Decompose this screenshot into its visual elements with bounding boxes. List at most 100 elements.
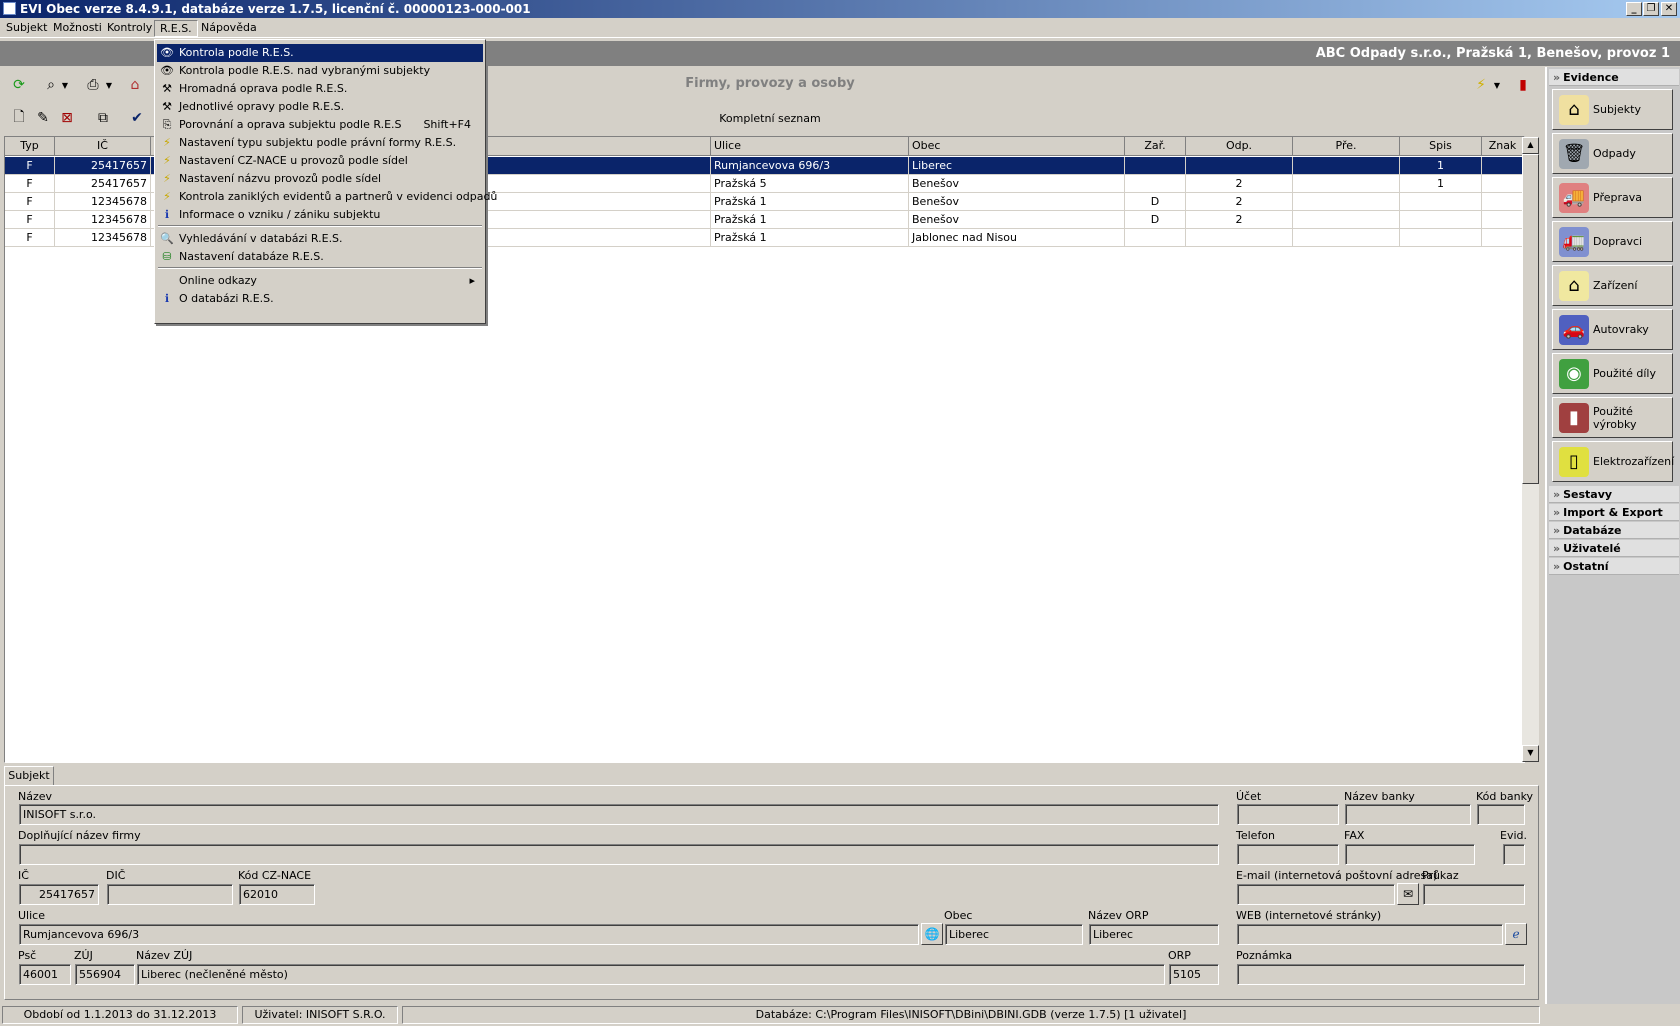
menu-subjekt[interactable]: Subjekt — [1, 20, 52, 37]
lightning-dropdown-icon[interactable]: ▼ — [1492, 74, 1502, 96]
res-menu-item[interactable]: ℹ O databázi R.E.S. — [157, 290, 483, 308]
section-evidence[interactable]: » Evidence — [1549, 69, 1679, 86]
zuj-name-label: Název ZÚJ — [136, 949, 193, 962]
restore-button[interactable]: ❐ — [1643, 2, 1659, 16]
nazev-field[interactable]: INISOFT s.r.o. — [19, 804, 1219, 825]
web-label: WEB (internetové stránky) — [1236, 909, 1382, 922]
section-uzivatele[interactable]: » Uživatelé — [1549, 540, 1679, 557]
btn-pouzite-dily[interactable]: ◉ Použité díly — [1552, 353, 1673, 394]
scroll-thumb[interactable] — [1522, 154, 1539, 484]
exit-icon[interactable]: ▮ — [1512, 74, 1534, 96]
cell-znak — [1482, 211, 1524, 229]
search-icon[interactable]: ⌕ — [40, 74, 62, 96]
btn-zarizeni[interactable]: ⌂ Zařízení — [1552, 265, 1673, 306]
print-dropdown-icon[interactable]: ▼ — [104, 74, 114, 96]
poznamka-field[interactable] — [1237, 964, 1525, 985]
edit-record-icon[interactable]: ✎ — [32, 107, 54, 129]
col-ulice[interactable]: Ulice — [711, 137, 909, 156]
dopl-field[interactable] — [19, 844, 1219, 865]
res-menu-item[interactable]: ⚒ Hromadná oprava podle R.E.S. — [157, 80, 483, 98]
ic-field[interactable]: 25417657 — [19, 884, 99, 905]
cell-znak — [1482, 175, 1524, 193]
copy-record-icon[interactable]: ⧉ — [92, 107, 114, 129]
kod-banky-field[interactable] — [1477, 804, 1525, 825]
col-obec[interactable]: Obec — [909, 137, 1125, 156]
ulice-label: Ulice — [18, 909, 45, 922]
orp-name-label: Název ORP — [1088, 909, 1149, 922]
zuj-name-field[interactable]: Liberec (nečleněné město) — [137, 964, 1165, 985]
browser-icon[interactable]: ℯ — [1505, 923, 1527, 945]
scroll-up-icon[interactable]: ▲ — [1522, 137, 1539, 154]
search-dropdown-icon[interactable]: ▼ — [60, 74, 70, 96]
col-zar[interactable]: Zař. — [1125, 137, 1186, 156]
fax-field[interactable] — [1345, 844, 1475, 865]
btn-preprava[interactable]: 🚚 Přeprava — [1552, 177, 1673, 218]
section-ostatni[interactable]: » Ostatní — [1549, 558, 1679, 575]
minimize-button[interactable]: _ — [1626, 2, 1642, 16]
col-odp[interactable]: Odp. — [1186, 137, 1293, 156]
menu-res[interactable]: R.E.S. — [154, 20, 198, 37]
tab-subjekt[interactable]: Subjekt — [4, 766, 54, 786]
res-menu-item[interactable]: ⚡ Nastavení CZ-NACE u provozů podle sídel — [157, 152, 483, 170]
btn-dopravci[interactable]: 🚛 Dopravci — [1552, 221, 1673, 262]
col-pre[interactable]: Pře. — [1293, 137, 1400, 156]
envelope-icon[interactable]: ✉ — [1397, 883, 1419, 905]
res-menu-item[interactable]: ℹ Informace o vzniku / zániku subjektu — [157, 206, 483, 224]
section-databaze[interactable]: » Databáze — [1549, 522, 1679, 539]
section-sestavy[interactable]: » Sestavy — [1549, 486, 1679, 503]
delete-record-icon[interactable]: ⊠ — [56, 107, 78, 129]
res-menu-item[interactable]: ⚡ Kontrola zaniklých evidentů a partnerů … — [157, 188, 497, 206]
zuj-field[interactable]: 556904 — [75, 964, 135, 985]
btn-elektrozarizeni[interactable]: ▯ Elektrozařízení — [1552, 441, 1674, 482]
psc-field[interactable]: 46001 — [19, 964, 71, 985]
cell-typ: F — [5, 157, 55, 175]
res-menu-item[interactable]: ⛁ Nastavení databáze R.E.S. — [157, 248, 483, 266]
res-menu-item[interactable]: ⚒ Jednotlivé opravy podle R.E.S. — [157, 98, 483, 116]
lightning-icon: ⚡ — [163, 172, 171, 185]
dic-field[interactable] — [107, 884, 233, 905]
col-spis[interactable]: Spis — [1400, 137, 1482, 156]
lightning-icon[interactable]: ⚡ — [1470, 74, 1492, 96]
res-menu-item[interactable]: ⚡ Nastavení typu subjektu podle právní fo… — [157, 134, 483, 152]
res-menu-item[interactable]: ⚡ Nastavení názvu provozů podle sídel — [157, 170, 483, 188]
globe-icon[interactable]: 🌐 — [921, 923, 943, 945]
col-ic[interactable]: IČ — [55, 137, 151, 156]
section-import-export[interactable]: » Import & Export — [1549, 504, 1679, 521]
btn-pouzite-vyrobky[interactable]: ▮ Použité výrobky — [1552, 397, 1673, 438]
new-record-icon[interactable]: 🗋 — [8, 107, 30, 129]
res-menu-item[interactable]: 👁 Kontrola podle R.E.S. — [157, 44, 483, 62]
col-znak[interactable]: Znak — [1482, 137, 1524, 156]
telefon-field[interactable] — [1237, 844, 1339, 865]
print-icon[interactable]: ⎙ — [82, 74, 104, 96]
confirm-icon[interactable]: ✔ — [126, 107, 148, 129]
nace-label: Kód CZ-NACE — [238, 869, 312, 882]
orp-field[interactable]: 5105 — [1169, 964, 1219, 985]
orp-name-field[interactable]: Liberec — [1089, 924, 1219, 945]
res-menu-item[interactable]: 🔍 Vyhledávání v databázi R.E.S. — [157, 230, 483, 248]
prukaz-field[interactable] — [1423, 884, 1525, 905]
export-icon[interactable]: ⌂ — [124, 74, 146, 96]
nace-field[interactable]: 62010 — [239, 884, 315, 905]
res-menu-item[interactable]: ⎘ Porovnání a oprava subjektu podle R.E.S… — [157, 116, 483, 134]
col-typ[interactable]: Typ — [5, 137, 55, 156]
carrier-truck-icon: 🚛 — [1559, 226, 1589, 257]
menu-napoveda[interactable]: Nápověda — [196, 20, 262, 37]
web-field[interactable] — [1237, 924, 1503, 945]
banka-field[interactable] — [1345, 804, 1471, 825]
email-field[interactable] — [1237, 884, 1395, 905]
btn-autovraky[interactable]: 🚗 Autovraky — [1552, 309, 1673, 350]
building-icon: ⌂ — [1559, 270, 1589, 301]
scroll-down-icon[interactable]: ▼ — [1522, 745, 1539, 762]
res-menu-item[interactable]: 👁 Kontrola podle R.E.S. nad vybranými sub… — [157, 62, 483, 80]
close-button[interactable]: ✕ — [1661, 2, 1677, 16]
refresh-icon[interactable]: ⟳ — [8, 74, 30, 96]
btn-odpady[interactable]: 🗑 Odpady — [1552, 133, 1673, 174]
evid-checkbox[interactable] — [1503, 844, 1525, 865]
menu-kontroly[interactable]: Kontroly — [102, 20, 157, 37]
btn-subjekty[interactable]: ⌂ Subjekty — [1552, 89, 1673, 130]
ucet-field[interactable] — [1237, 804, 1339, 825]
res-menu-item[interactable]: Online odkazy ▸ — [157, 272, 483, 290]
menu-moznosti[interactable]: Možnosti — [48, 20, 107, 37]
ulice-field[interactable]: Rumjancevova 696/3 — [19, 924, 919, 945]
obec-field[interactable]: Liberec — [945, 924, 1083, 945]
